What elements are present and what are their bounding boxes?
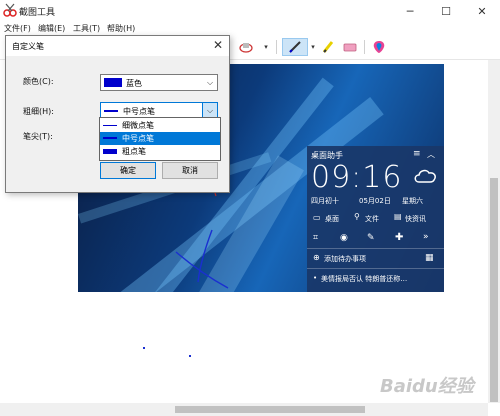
calendar-date: 05月02日 xyxy=(359,197,391,205)
highlighter-icon xyxy=(322,41,334,53)
note-icon[interactable]: ✎ xyxy=(367,233,375,243)
thickness-option-fine[interactable]: 细微点笔 xyxy=(100,119,220,132)
thickness-preview xyxy=(104,110,118,112)
color-select[interactable]: 蓝色 ⌵ xyxy=(100,74,218,91)
new-snip-dropdown-arrow[interactable]: ▾ xyxy=(262,38,270,56)
option-label: 细微点笔 xyxy=(122,121,154,130)
thickness-dropdown-list: 细微点笔 中号点笔 粗点笔 xyxy=(99,117,221,161)
eraser-rect-button[interactable] xyxy=(236,38,256,56)
pen-dot xyxy=(189,355,191,357)
cloud-weather-icon xyxy=(414,169,436,183)
menu-edit[interactable]: 编辑(E) xyxy=(38,23,65,34)
eraser-icon xyxy=(343,43,357,52)
game-icon[interactable]: ✚ xyxy=(395,232,403,243)
vertical-scroll-thumb[interactable] xyxy=(490,178,498,402)
chevron-down-icon: ⌵ xyxy=(206,77,214,87)
medium-line-preview xyxy=(103,137,117,139)
option-label: 粗点笔 xyxy=(122,147,146,156)
color-swatch xyxy=(104,78,122,87)
pen-dot xyxy=(143,347,145,349)
color-value: 蓝色 xyxy=(126,79,142,88)
title-bar: 截图工具 ─ ☐ ✕ xyxy=(0,0,500,22)
custom-pen-dialog: 自定义笔 ✕ 颜色(C): 蓝色 ⌵ 粗细(H): 中号点笔 ⌵ 笔尖(T): … xyxy=(5,35,230,193)
search-icon: ⚲ xyxy=(354,212,360,221)
window-title: 截图工具 xyxy=(19,8,56,18)
news-icon: ▤ xyxy=(394,212,402,221)
add-icon[interactable]: ⊕ xyxy=(313,253,320,262)
widget-divider xyxy=(307,268,444,269)
qr-icon[interactable]: ▦ xyxy=(425,253,434,263)
dialog-title: 自定义笔 xyxy=(12,42,44,51)
fine-line-preview xyxy=(103,125,117,126)
more-icon[interactable]: » xyxy=(423,232,429,242)
menu-help[interactable]: 帮助(H) xyxy=(107,23,135,34)
thick-line-preview xyxy=(103,149,117,154)
desktop-icon: ▭ xyxy=(313,213,321,222)
paint3d-icon xyxy=(373,41,385,53)
widget-desktop-button[interactable]: 桌面 xyxy=(325,214,339,224)
close-window-button[interactable]: ✕ xyxy=(464,0,500,22)
minimize-icon: ─ xyxy=(406,4,414,18)
add-todo[interactable]: 添加待办事项 xyxy=(324,254,366,264)
collapse-icon[interactable]: ︿ xyxy=(427,149,435,160)
widget-news-button[interactable]: 快资讯 xyxy=(405,214,426,224)
baidu-watermark: Baidu经验 xyxy=(380,376,474,397)
minimize-button[interactable]: ─ xyxy=(392,0,428,22)
paint3d-button[interactable] xyxy=(370,38,388,56)
weekday: 星期六 xyxy=(402,197,423,205)
ok-button[interactable]: 确定 xyxy=(100,162,156,179)
crop-icon[interactable]: ⌗ xyxy=(313,233,318,243)
thickness-option-thick[interactable]: 粗点笔 xyxy=(100,145,220,158)
highlight-shape-icon xyxy=(239,43,253,53)
widget-clock: 09:16 xyxy=(311,160,403,195)
dialog-close-button[interactable]: ✕ xyxy=(213,38,223,52)
highlighter-button[interactable] xyxy=(318,38,338,56)
horizontal-scroll-thumb[interactable] xyxy=(175,406,365,413)
cancel-button[interactable]: 取消 xyxy=(162,162,218,179)
widget-file-button[interactable]: 文件 xyxy=(365,214,379,224)
desktop-assistant-widget: 桌面助手 ≡ ︿ 09:16 四月初十 05月02日 星期六 ▭ 桌面 ⚲ 文件… xyxy=(307,146,444,292)
menu-icon[interactable]: ≡ xyxy=(413,149,421,159)
eye-icon[interactable]: ◉ xyxy=(340,233,348,243)
thickness-option-medium[interactable]: 中号点笔 xyxy=(100,132,220,145)
toolbar-separator xyxy=(364,40,365,54)
news-headline[interactable]: 美情报局否认 特朗普还称… xyxy=(321,274,407,284)
pen-button[interactable] xyxy=(282,38,308,56)
dialog-title-bar: 自定义笔 ✕ xyxy=(6,36,229,56)
tip-label: 笔尖(T): xyxy=(23,132,53,141)
close-icon: ✕ xyxy=(477,4,487,18)
widget-divider xyxy=(307,248,444,249)
eraser-button[interactable] xyxy=(340,38,360,56)
menu-file[interactable]: 文件(F) xyxy=(4,23,31,34)
maximize-icon: ☐ xyxy=(441,4,451,18)
pen-dropdown-arrow[interactable]: ▾ xyxy=(309,38,317,56)
pen-icon xyxy=(289,41,301,53)
snipping-tool-icon xyxy=(3,3,17,17)
color-label: 颜色(C): xyxy=(23,77,54,86)
option-label: 中号点笔 xyxy=(122,134,154,143)
menu-bar: 文件(F) 编辑(E) 工具(T) 帮助(H) xyxy=(0,22,500,35)
lunar-date: 四月初十 xyxy=(311,197,339,205)
bullet-icon: • xyxy=(313,274,318,282)
chevron-down-icon: ⌵ xyxy=(202,103,217,118)
thickness-label: 粗细(H): xyxy=(23,107,54,116)
toolbar-separator xyxy=(276,40,277,54)
thickness-value: 中号点笔 xyxy=(123,107,155,116)
menu-tools[interactable]: 工具(T) xyxy=(73,23,100,34)
maximize-button[interactable]: ☐ xyxy=(428,0,464,22)
